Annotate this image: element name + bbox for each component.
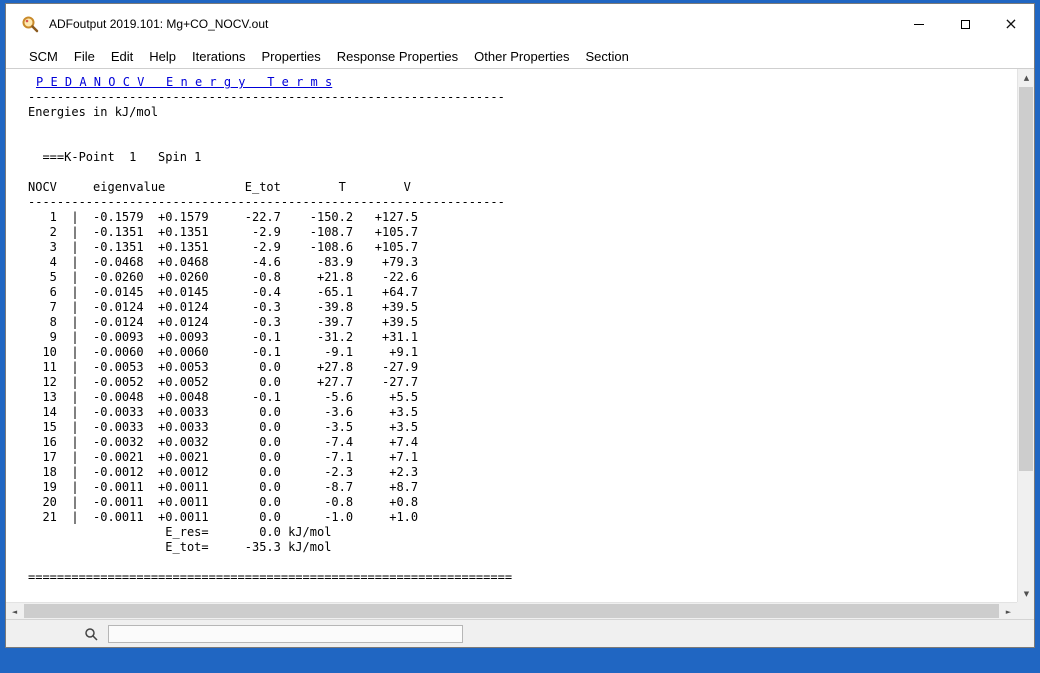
- output-line: NOCV eigenvalue E_tot T V: [28, 180, 1017, 195]
- output-line: 9 | -0.0093 +0.0093 -0.1 -31.2 +31.1: [28, 330, 1017, 345]
- output-line: 1 | -0.1579 +0.1579 -22.7 -150.2 +127.5: [28, 210, 1017, 225]
- vertical-scroll-thumb[interactable]: [1019, 87, 1033, 471]
- maximize-icon: [961, 20, 970, 29]
- menu-item-file[interactable]: File: [66, 49, 103, 64]
- scroll-right-icon[interactable]: ►: [1000, 603, 1017, 620]
- menu-item-other-properties[interactable]: Other Properties: [466, 49, 577, 64]
- maximize-button[interactable]: [942, 4, 988, 44]
- horizontal-scrollbar[interactable]: ◄ ►: [6, 602, 1017, 619]
- menu-bar: SCM File Edit Help Iterations Properties…: [6, 44, 1034, 68]
- window-title: ADFoutput 2019.101: Mg+CO_NOCV.out: [49, 17, 268, 31]
- menu-item-section[interactable]: Section: [578, 49, 637, 64]
- output-pane: P E D A N O C V E n e r g y T e r m s --…: [6, 69, 1017, 602]
- output-line: ========================================…: [28, 570, 1017, 585]
- caption-buttons: ×: [896, 4, 1034, 44]
- minimize-icon: [914, 24, 924, 25]
- output-line: 18 | -0.0012 +0.0012 0.0 -2.3 +2.3: [28, 465, 1017, 480]
- output-line: 16 | -0.0032 +0.0032 0.0 -7.4 +7.4: [28, 435, 1017, 450]
- scrollbar-corner: [1017, 602, 1034, 619]
- output-line: ----------------------------------------…: [28, 195, 1017, 210]
- output-line: ===K-Point 1 Spin 1: [28, 150, 1017, 165]
- output-line: 17 | -0.0021 +0.0021 0.0 -7.1 +7.1: [28, 450, 1017, 465]
- close-icon: ×: [1004, 16, 1017, 32]
- output-line: 12 | -0.0052 +0.0052 0.0 +27.7 -27.7: [28, 375, 1017, 390]
- app-window: ADFoutput 2019.101: Mg+CO_NOCV.out × SCM…: [5, 3, 1035, 648]
- minimize-button[interactable]: [896, 4, 942, 44]
- output-line: 6 | -0.0145 +0.0145 -0.4 -65.1 +64.7: [28, 285, 1017, 300]
- output-line: 5 | -0.0260 +0.0260 -0.8 +21.8 -22.6: [28, 270, 1017, 285]
- output-line: [28, 555, 1017, 570]
- app-magnifier-icon[interactable]: [20, 14, 40, 34]
- horizontal-scroll-thumb[interactable]: [24, 604, 999, 618]
- output-line: 8 | -0.0124 +0.0124 -0.3 -39.7 +39.5: [28, 315, 1017, 330]
- output-line: 3 | -0.1351 +0.1351 -2.9 -108.6 +105.7: [28, 240, 1017, 255]
- output-line: [28, 120, 1017, 135]
- output-line: 10 | -0.0060 +0.0060 -0.1 -9.1 +9.1: [28, 345, 1017, 360]
- search-icon: [84, 627, 98, 641]
- output-line: ----------------------------------------…: [28, 90, 1017, 105]
- menu-item-iterations[interactable]: Iterations: [184, 49, 253, 64]
- vertical-scrollbar[interactable]: ▲ ▼: [1017, 69, 1034, 602]
- title-bar: ADFoutput 2019.101: Mg+CO_NOCV.out ×: [6, 4, 1034, 44]
- output-line: 11 | -0.0053 +0.0053 0.0 +27.8 -27.9: [28, 360, 1017, 375]
- output-line: 4 | -0.0468 +0.0468 -4.6 -83.9 +79.3: [28, 255, 1017, 270]
- search-bar: [6, 619, 1034, 647]
- section-link-pedanocv-energy-terms[interactable]: P E D A N O C V E n e r g y T e r m s: [28, 75, 1017, 90]
- close-button[interactable]: ×: [988, 4, 1034, 44]
- output-line: 19 | -0.0011 +0.0011 0.0 -8.7 +8.7: [28, 480, 1017, 495]
- output-line: [28, 165, 1017, 180]
- menu-item-help[interactable]: Help: [141, 49, 184, 64]
- output-line: 20 | -0.0011 +0.0011 0.0 -0.8 +0.8: [28, 495, 1017, 510]
- output-line: [28, 135, 1017, 150]
- scroll-up-icon[interactable]: ▲: [1018, 69, 1035, 86]
- output-line: E_tot= -35.3 kJ/mol: [28, 540, 1017, 555]
- output-line: 7 | -0.0124 +0.0124 -0.3 -39.8 +39.5: [28, 300, 1017, 315]
- content-area: P E D A N O C V E n e r g y T e r m s --…: [6, 68, 1034, 619]
- output-line: 13 | -0.0048 +0.0048 -0.1 -5.6 +5.5: [28, 390, 1017, 405]
- menu-item-response-properties[interactable]: Response Properties: [329, 49, 466, 64]
- scroll-down-icon[interactable]: ▼: [1018, 585, 1035, 602]
- menu-item-edit[interactable]: Edit: [103, 49, 141, 64]
- search-input[interactable]: [108, 625, 463, 643]
- output-line: 14 | -0.0033 +0.0033 0.0 -3.6 +3.5: [28, 405, 1017, 420]
- output-text: ----------------------------------------…: [28, 90, 1017, 585]
- output-line: Energies in kJ/mol: [28, 105, 1017, 120]
- menu-item-scm[interactable]: SCM: [21, 49, 66, 64]
- output-line: E_res= 0.0 kJ/mol: [28, 525, 1017, 540]
- scroll-left-icon[interactable]: ◄: [6, 603, 23, 620]
- output-line: 2 | -0.1351 +0.1351 -2.9 -108.7 +105.7: [28, 225, 1017, 240]
- menu-item-properties[interactable]: Properties: [253, 49, 328, 64]
- output-line: 21 | -0.0011 +0.0011 0.0 -1.0 +1.0: [28, 510, 1017, 525]
- output-line: 15 | -0.0033 +0.0033 0.0 -3.5 +3.5: [28, 420, 1017, 435]
